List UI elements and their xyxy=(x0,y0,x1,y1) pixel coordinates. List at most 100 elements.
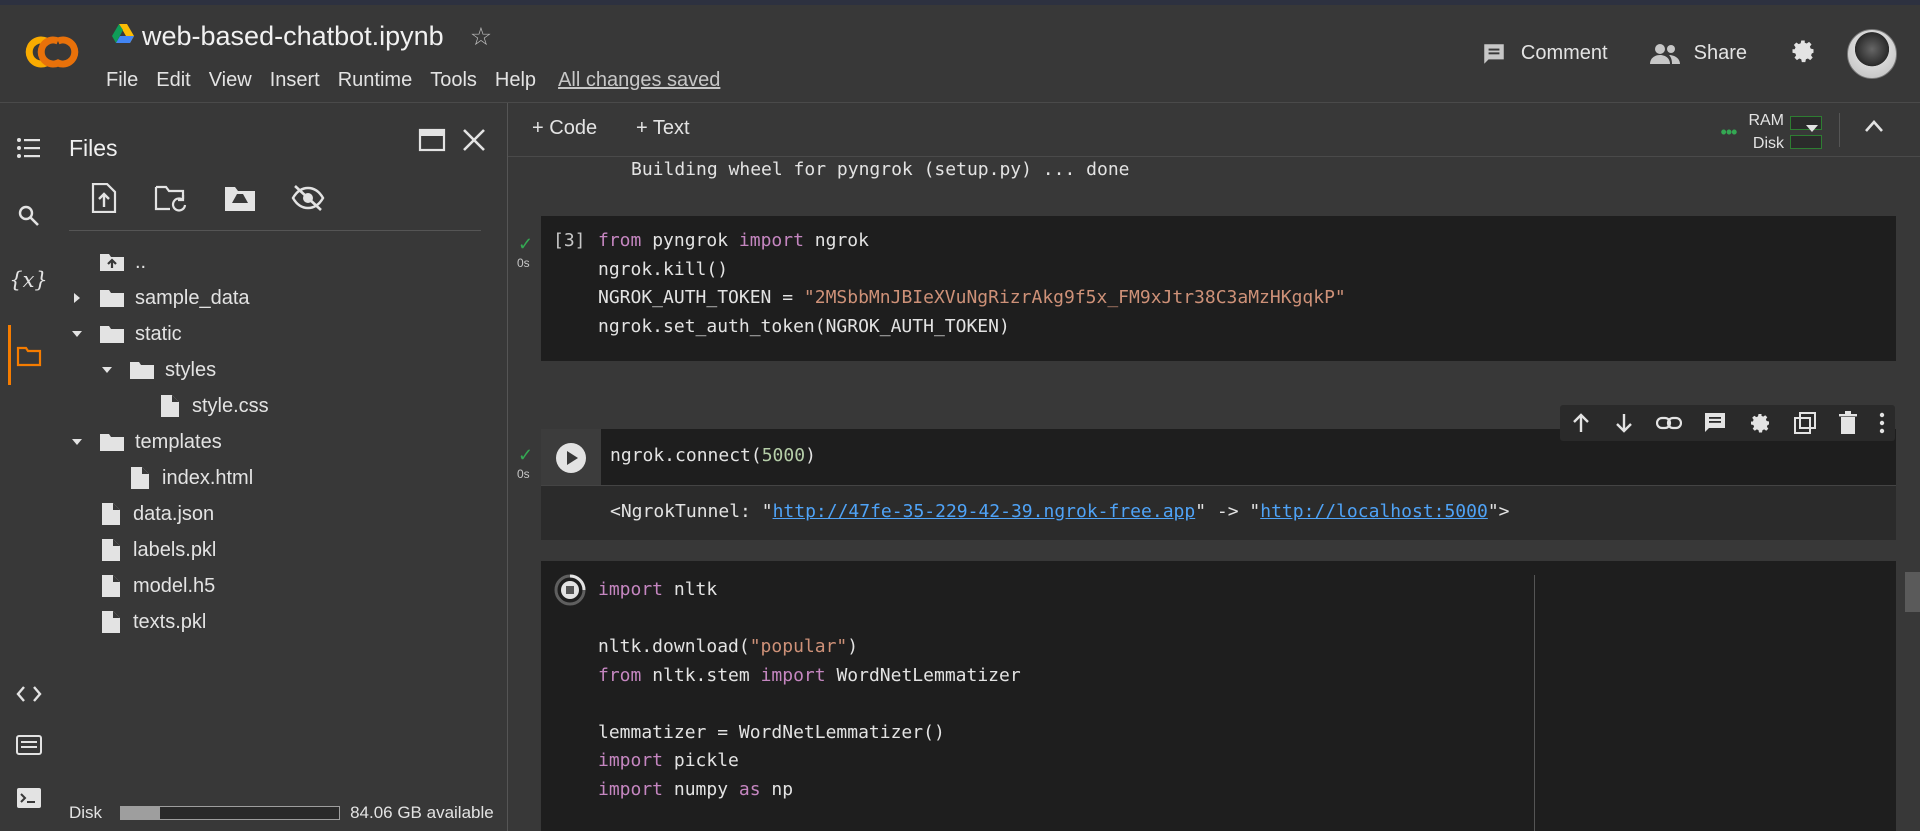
output-line: <NgrokTunnel: "http://47fe-35-229-42-39.… xyxy=(610,501,1510,522)
add-code-label: Code xyxy=(549,117,598,139)
success-check-icon: ✓ xyxy=(518,445,534,465)
settings-gear-icon[interactable] xyxy=(1789,37,1817,70)
move-down-icon[interactable] xyxy=(1613,412,1635,434)
code-line: import pickle xyxy=(598,750,739,771)
cell-settings-gear-icon[interactable] xyxy=(1748,411,1772,435)
exec-time: 0s xyxy=(517,467,530,481)
stop-execution-button[interactable] xyxy=(553,573,587,612)
drive-icon xyxy=(112,24,134,49)
tree-item-labels-pkl[interactable]: labels.pkl xyxy=(101,533,216,567)
disk-usage-fill xyxy=(121,807,161,819)
comment-button[interactable]: Comment xyxy=(1481,41,1608,67)
folder-icon xyxy=(100,434,124,451)
panel-divider xyxy=(69,230,481,231)
move-up-icon[interactable] xyxy=(1570,412,1592,434)
code-snippets-icon[interactable] xyxy=(0,685,57,703)
tree-item-parent[interactable]: .. xyxy=(99,245,146,279)
more-options-icon[interactable] xyxy=(1879,412,1885,434)
menu-runtime[interactable]: Runtime xyxy=(338,69,412,92)
close-icon[interactable] xyxy=(461,127,487,158)
vertical-scrollbar-thumb[interactable] xyxy=(1905,572,1920,612)
code-line: from nltk.stem import WordNetLemmatizer xyxy=(598,665,1021,686)
tree-item-label: labels.pkl xyxy=(133,538,217,561)
link-icon[interactable] xyxy=(1656,415,1683,431)
runtime-dropdown-icon[interactable] xyxy=(1804,121,1820,139)
tree-item-texts-pkl[interactable]: texts.pkl xyxy=(101,605,206,639)
disk-available: 84.06 GB available xyxy=(350,803,494,822)
delete-icon[interactable] xyxy=(1838,411,1858,435)
menu-insert[interactable]: Insert xyxy=(270,69,320,92)
variables-icon[interactable]: {𝑥} xyxy=(0,268,57,292)
caret-down-icon xyxy=(72,331,82,337)
comment-cell-icon[interactable] xyxy=(1703,411,1727,435)
output-text: Building wheel for pyngrok (setup.py) ..… xyxy=(631,159,1130,180)
file-icon xyxy=(102,503,120,525)
add-code-button[interactable]: + Code xyxy=(532,117,597,140)
cells-scroll-area[interactable]: Building wheel for pyngrok (setup.py) ..… xyxy=(508,157,1920,831)
file-icon xyxy=(131,467,149,489)
user-avatar[interactable] xyxy=(1847,28,1897,79)
tree-item-index-html[interactable]: index.html xyxy=(130,461,253,495)
menu-file[interactable]: File xyxy=(106,69,138,92)
tree-item-data-json[interactable]: data.json xyxy=(101,497,214,531)
tree-item-model-h5[interactable]: model.h5 xyxy=(101,569,215,603)
mirror-cell-icon[interactable] xyxy=(1793,411,1817,435)
menu-edit[interactable]: Edit xyxy=(156,69,190,92)
download-arg: "popular" xyxy=(749,636,848,657)
tree-item-label: data.json xyxy=(133,502,215,525)
port-number: 5000 xyxy=(761,445,806,466)
tree-item-label: index.html xyxy=(162,466,254,489)
colab-logo[interactable] xyxy=(22,35,82,74)
tree-item-styles[interactable]: styles xyxy=(99,353,216,387)
disk-resource-label: Disk xyxy=(1752,135,1784,152)
add-text-label: Text xyxy=(652,117,690,139)
star-icon[interactable]: ☆ xyxy=(470,22,492,52)
caret-down-icon xyxy=(72,439,82,445)
save-status[interactable]: All changes saved xyxy=(558,69,720,92)
command-palette-icon[interactable] xyxy=(0,735,57,755)
app-header: web-based-chatbot.ipynb ☆ File Edit View… xyxy=(0,5,1920,103)
disk-label: Disk xyxy=(69,803,103,822)
share-button[interactable]: Share xyxy=(1649,42,1747,66)
code-line: lemmatizer = WordNetLemmatizer() xyxy=(598,722,945,743)
upload-file-icon[interactable] xyxy=(91,182,117,218)
tree-item-style-css[interactable]: style.css xyxy=(160,389,269,423)
notebook-title[interactable]: web-based-chatbot.ipynb xyxy=(142,21,444,52)
add-text-button[interactable]: + Text xyxy=(636,117,690,140)
menu-tools[interactable]: Tools xyxy=(430,69,477,92)
code-line: NGROK_AUTH_TOKEN = "2MSbbMnJBIeXVuNgRizr… xyxy=(598,287,1346,308)
file-icon xyxy=(161,395,179,417)
left-rail: {𝑥} xyxy=(0,103,57,831)
code-cell-nltk[interactable]: import nltk nltk.download("popular") fro… xyxy=(541,561,1896,831)
disk-usage: Disk 84.06 GB available xyxy=(69,803,494,823)
localhost-url-link[interactable]: http://localhost:5000 xyxy=(1260,501,1488,522)
tree-item-label: .. xyxy=(135,250,147,273)
open-in-tab-icon[interactable] xyxy=(418,127,446,158)
cell-toolbar xyxy=(1560,405,1895,441)
output-suffix: "> xyxy=(1487,501,1510,522)
tree-item-templates[interactable]: templates xyxy=(69,425,222,459)
code-line: ngrok.kill() xyxy=(598,259,729,280)
menu-view[interactable]: View xyxy=(209,69,252,92)
tree-item-sample-data[interactable]: sample_data xyxy=(69,281,250,315)
search-icon[interactable] xyxy=(0,204,57,228)
mount-drive-icon[interactable] xyxy=(223,183,257,218)
code-cell-ngrok-auth[interactable]: [3] from pyngrok import ngrok ngrok.kill… xyxy=(541,216,1896,361)
ngrok-url-link[interactable]: http://47fe-35-229-42-39.ngrok-free.app xyxy=(773,501,1196,522)
code-line: ngrok.connect(5000) xyxy=(610,445,816,466)
file-icon xyxy=(102,539,120,561)
collapse-header-icon[interactable] xyxy=(1864,119,1884,138)
run-cell-button[interactable] xyxy=(541,429,601,485)
tree-item-static[interactable]: static xyxy=(69,317,182,351)
code-cell-ngrok-connect[interactable]: ngrok.connect(5000) <NgrokTunnel: "http:… xyxy=(541,429,1896,540)
code-line: import numpy as np xyxy=(598,779,794,800)
play-icon xyxy=(556,443,586,473)
code-line: import nltk xyxy=(598,579,718,600)
table-of-contents-icon[interactable] xyxy=(0,137,57,159)
terminal-icon[interactable] xyxy=(0,787,57,809)
hide-files-eye-icon[interactable] xyxy=(291,183,325,218)
success-check-icon: ✓ xyxy=(518,234,534,254)
menu-help[interactable]: Help xyxy=(495,69,536,92)
refresh-folder-icon[interactable] xyxy=(154,183,188,218)
folder-icon[interactable] xyxy=(0,345,57,367)
